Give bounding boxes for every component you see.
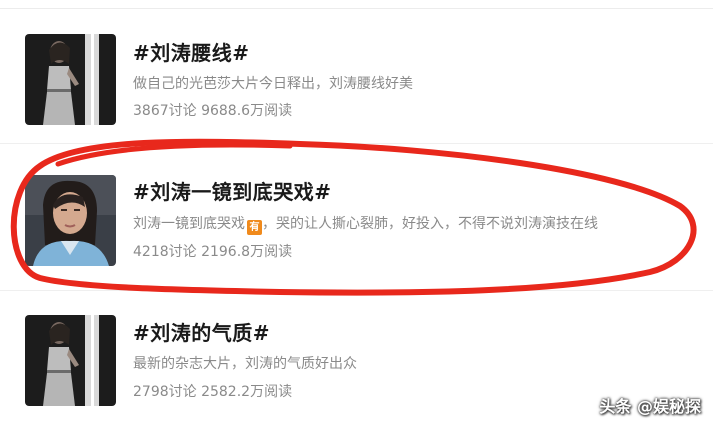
topic-row[interactable]: #刘涛一镜到底哭戏# 刘涛一镜到底哭戏有，哭的让人撕心裂肺，好投入，不得不说刘涛… bbox=[0, 170, 713, 266]
topic-stats: 3867讨论 9688.6万阅读 bbox=[133, 103, 293, 119]
topic-thumbnail[interactable] bbox=[25, 175, 116, 266]
topic-description: 做自己的光芭莎大片今日释出，刘涛腰线好美 bbox=[133, 76, 413, 92]
topic-title[interactable]: #刘涛的气质# bbox=[133, 317, 270, 346]
topic-thumbnail[interactable] bbox=[25, 34, 116, 125]
topic-row[interactable]: #刘涛腰线# 做自己的光芭莎大片今日释出，刘涛腰线好美 3867讨论 9688.… bbox=[0, 30, 713, 126]
portrait-photo-icon bbox=[25, 175, 116, 266]
row-divider bbox=[0, 143, 713, 144]
topic-row[interactable]: #刘涛的气质# 最新的杂志大片，刘涛的气质好出众 2798讨论 2582.2万阅… bbox=[0, 310, 713, 406]
fashion-photo-icon bbox=[25, 315, 116, 406]
row-divider bbox=[0, 290, 713, 291]
description-text: 刘涛一镜到底哭戏 bbox=[133, 216, 245, 232]
top-divider bbox=[0, 8, 713, 9]
topic-title[interactable]: #刘涛一镜到底哭戏# bbox=[133, 176, 332, 205]
description-text: ，哭的让人撕心裂肺，好投入，不得不说刘涛演技在线 bbox=[262, 216, 598, 232]
topic-description: 最新的杂志大片，刘涛的气质好出众 bbox=[133, 356, 357, 372]
emoji-badge-icon: 有 bbox=[247, 220, 262, 235]
topic-thumbnail[interactable] bbox=[25, 315, 116, 406]
topic-stats: 2798讨论 2582.2万阅读 bbox=[133, 384, 293, 400]
topic-description: 刘涛一镜到底哭戏有，哭的让人撕心裂肺，好投入，不得不说刘涛演技在线 bbox=[133, 213, 598, 235]
watermark: 头条 @娱秘探 bbox=[599, 397, 701, 416]
topic-stats: 4218讨论 2196.8万阅读 bbox=[133, 244, 293, 260]
topic-title[interactable]: #刘涛腰线# bbox=[133, 37, 250, 66]
fashion-photo-icon bbox=[25, 34, 116, 125]
